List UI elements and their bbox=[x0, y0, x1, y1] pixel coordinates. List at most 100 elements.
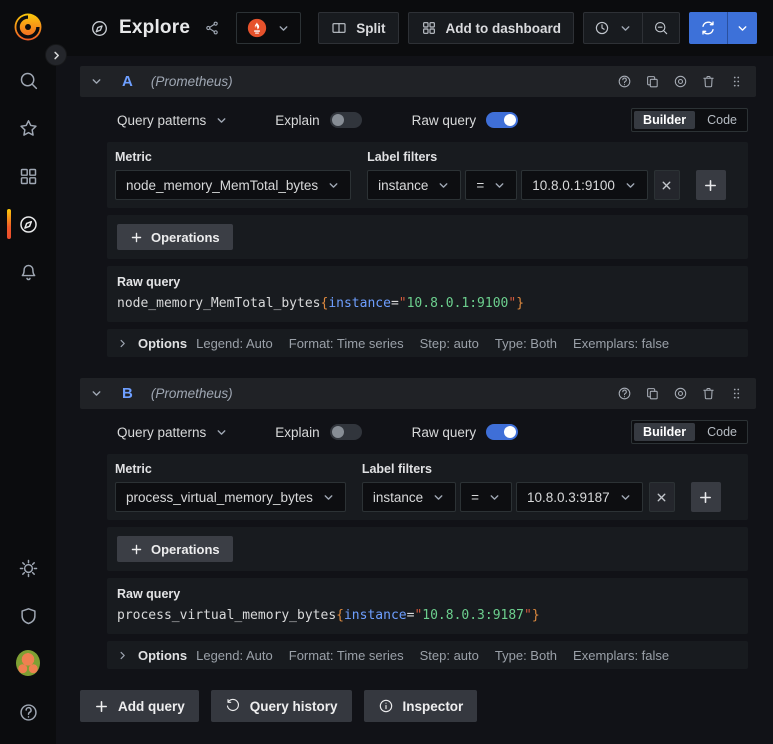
eye-icon bbox=[674, 75, 687, 88]
time-picker-button[interactable] bbox=[584, 13, 642, 43]
query-header-b[interactable]: B (Prometheus) bbox=[80, 378, 756, 409]
label-name-select[interactable]: instance bbox=[367, 170, 462, 200]
query-history-button[interactable]: Query history bbox=[210, 690, 352, 722]
editor-mode-switch: Builder Code bbox=[631, 108, 748, 132]
query-datasource-label: (Prometheus) bbox=[150, 386, 233, 401]
drag-handle[interactable] bbox=[729, 386, 744, 401]
metric-and-labels-panel: Metric node_memory_MemTotal_bytes Label … bbox=[107, 142, 748, 208]
dashboards-grid-icon bbox=[20, 168, 36, 184]
sidebar-item-explore[interactable] bbox=[16, 212, 40, 236]
builder-mode-option[interactable]: Builder bbox=[634, 111, 696, 129]
chevron-down-icon bbox=[217, 429, 226, 435]
option-step: Step: auto bbox=[419, 335, 479, 351]
chevron-down-icon bbox=[279, 25, 288, 31]
remove-query-button[interactable] bbox=[701, 386, 716, 401]
share-alt-icon bbox=[206, 21, 218, 35]
query-header-a[interactable]: A (Prometheus) bbox=[80, 66, 756, 97]
add-filter-button[interactable] bbox=[695, 170, 726, 200]
times-icon bbox=[662, 181, 671, 189]
add-filter-button[interactable] bbox=[690, 482, 721, 512]
sidebar-item-server-admin[interactable] bbox=[16, 604, 40, 628]
code-mode-option[interactable]: Code bbox=[697, 421, 747, 443]
share-shortlink-button[interactable] bbox=[204, 20, 220, 36]
option-type: Type: Both bbox=[494, 647, 558, 663]
query-editor-body: Query patterns Explain Raw query Builder… bbox=[80, 97, 756, 357]
sidebar-item-search[interactable] bbox=[16, 68, 40, 92]
query-letter: B bbox=[122, 385, 133, 402]
raw-query-panel: Raw query process_virtual_memory_bytes{i… bbox=[107, 578, 748, 634]
code-mode-option[interactable]: Code bbox=[697, 109, 747, 131]
user-avatar bbox=[16, 650, 40, 676]
page-toolbar: Explore Split Add to dashboard bbox=[56, 0, 773, 56]
chevron-down-icon bbox=[738, 25, 747, 31]
sidebar-item-settings[interactable] bbox=[16, 556, 40, 580]
eye-icon bbox=[674, 387, 687, 400]
label-value-select[interactable]: 10.8.0.3:9187 bbox=[516, 482, 643, 512]
query-patterns-dropdown[interactable]: Query patterns bbox=[117, 425, 228, 440]
datasource-picker[interactable] bbox=[236, 12, 302, 44]
sidebar-item-help[interactable] bbox=[16, 700, 40, 724]
disable-query-button[interactable] bbox=[673, 74, 688, 89]
star-icon bbox=[19, 119, 37, 136]
grafana-logo[interactable] bbox=[11, 10, 45, 44]
remove-filter-button[interactable] bbox=[648, 482, 675, 512]
metric-select[interactable]: node_memory_MemTotal_bytes bbox=[115, 170, 352, 200]
run-query-interval-dropdown[interactable] bbox=[727, 12, 757, 44]
query-editor-toolbar: Query patterns Explain Raw query Builder… bbox=[107, 105, 748, 135]
sidebar-item-alerting[interactable] bbox=[16, 260, 40, 284]
label-operator-select[interactable]: = bbox=[460, 482, 513, 512]
label-value-select[interactable]: 10.8.0.1:9100 bbox=[521, 170, 648, 200]
remove-query-button[interactable] bbox=[701, 74, 716, 89]
label-filters-label: Label filters bbox=[361, 462, 432, 476]
copy-icon bbox=[647, 76, 658, 88]
duplicate-query-button[interactable] bbox=[645, 386, 660, 401]
chevron-right-icon bbox=[53, 51, 59, 59]
add-to-dashboard-button[interactable]: Add to dashboard bbox=[407, 12, 574, 44]
query-patterns-dropdown[interactable]: Query patterns bbox=[117, 113, 228, 128]
bell-icon bbox=[21, 264, 35, 280]
options-toggle-row[interactable]: Options Legend: Auto Format: Time series… bbox=[107, 641, 748, 669]
run-query-button[interactable] bbox=[689, 12, 727, 44]
split-button[interactable]: Split bbox=[318, 12, 399, 44]
add-operation-button[interactable]: Operations bbox=[117, 536, 233, 562]
sidebar-expand-button[interactable] bbox=[45, 44, 67, 66]
collapse-chevron-icon[interactable] bbox=[90, 387, 103, 400]
explain-toggle[interactable] bbox=[329, 424, 362, 440]
drag-handle[interactable] bbox=[729, 74, 744, 89]
duplicate-query-button[interactable] bbox=[645, 74, 660, 89]
builder-mode-option[interactable]: Builder bbox=[634, 423, 696, 441]
label-operator-select[interactable]: = bbox=[465, 170, 518, 200]
raw-query-text: process_virtual_memory_bytes{instance="1… bbox=[117, 608, 540, 623]
label-name-select[interactable]: instance bbox=[361, 482, 457, 512]
plus-icon bbox=[705, 179, 717, 191]
sidebar-item-profile[interactable] bbox=[16, 650, 40, 676]
times-icon bbox=[657, 493, 666, 501]
options-toggle-row[interactable]: Options Legend: Auto Format: Time series… bbox=[107, 329, 748, 357]
query-editor-body: Query patterns Explain Raw query Builder… bbox=[80, 409, 756, 669]
collapse-chevron-icon[interactable] bbox=[90, 75, 103, 88]
sidebar-item-starred[interactable] bbox=[16, 116, 40, 140]
metric-select[interactable]: process_virtual_memory_bytes bbox=[115, 482, 346, 512]
prometheus-logo-icon bbox=[247, 18, 267, 38]
plus-icon bbox=[700, 491, 712, 503]
add-operation-button[interactable]: Operations bbox=[117, 224, 233, 250]
chevron-down-icon bbox=[621, 494, 630, 500]
add-query-button[interactable]: Add query bbox=[80, 690, 199, 722]
chevron-down-icon bbox=[621, 25, 630, 31]
explain-toggle[interactable] bbox=[329, 112, 362, 128]
disable-query-button[interactable] bbox=[673, 386, 688, 401]
sidebar-item-dashboards[interactable] bbox=[16, 164, 40, 188]
chevron-right-icon bbox=[120, 651, 125, 659]
remove-filter-button[interactable] bbox=[653, 170, 680, 200]
trash-icon bbox=[703, 387, 714, 400]
query-help-button[interactable] bbox=[617, 386, 632, 401]
plus-icon bbox=[131, 232, 142, 242]
zoom-out-time-button[interactable] bbox=[642, 13, 679, 43]
inspector-button[interactable]: Inspector bbox=[363, 690, 478, 722]
compass-icon bbox=[19, 215, 37, 233]
raw-query-toggle[interactable] bbox=[486, 424, 519, 440]
query-help-button[interactable] bbox=[617, 74, 632, 89]
raw-query-toggle[interactable] bbox=[486, 112, 519, 128]
shield-icon bbox=[20, 607, 36, 624]
option-legend: Legend: Auto bbox=[196, 647, 273, 663]
